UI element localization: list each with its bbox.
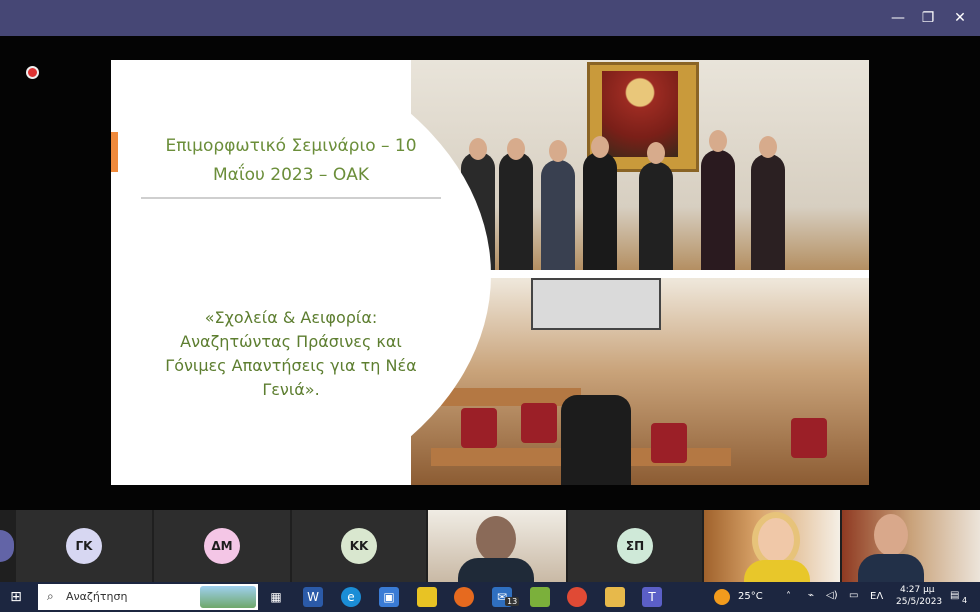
store-icon[interactable]: ▣: [379, 587, 399, 607]
network-icon[interactable]: ⌁: [808, 590, 814, 601]
participant-tile[interactable]: ΔΜ: [154, 510, 290, 582]
participant-video[interactable]: [428, 510, 566, 582]
accent-bar: [111, 132, 118, 172]
slide-title: Επιμορφωτικό Σεμινάριο – 10 Μαΐου 2023 –…: [165, 136, 417, 185]
participant-tile[interactable]: ΓΚ: [16, 510, 152, 582]
avatar: ΔΜ: [204, 528, 240, 564]
recording-indicator-icon: [26, 66, 39, 79]
presentation-slide: Επιμορφωτικό Σεμινάριο – 10 Μαΐου 2023 –…: [111, 60, 869, 485]
restore-icon[interactable]: ❐: [918, 8, 938, 28]
volume-icon[interactable]: ◁): [826, 590, 838, 601]
participant-video[interactable]: [704, 510, 840, 582]
word-icon[interactable]: W: [303, 587, 323, 607]
participant-tile[interactable]: ΚΚ: [292, 510, 426, 582]
slide-body: «Σχολεία & Αειφορία: Αναζητώντας Πράσινε…: [165, 308, 417, 399]
weather-temperature: 25°C: [738, 591, 763, 602]
window-titlebar: — ❐ ✕: [0, 0, 980, 36]
search-icon: ⌕: [47, 589, 54, 603]
teams-icon[interactable]: T: [642, 587, 662, 607]
task-view-icon[interactable]: ▦: [266, 587, 286, 607]
notification-icon[interactable]: ▤: [950, 590, 959, 601]
windows-taskbar: ⊞ ⌕ Αναζήτηση ▦ W e ▣ ✉ 13 T 25°C ˄ ⌁ ◁)…: [0, 582, 980, 612]
participant-strip: ΓΚ ΔΜ ΚΚ ΣΠ: [0, 510, 980, 582]
sticky-notes-icon[interactable]: [417, 587, 437, 607]
clock-time[interactable]: 4:27 μμ: [900, 585, 935, 595]
minimize-icon[interactable]: —: [888, 8, 908, 28]
avatar: ΣΠ: [617, 528, 653, 564]
participant-tile[interactable]: ΣΠ: [568, 510, 702, 582]
clock-date[interactable]: 25/5/2023: [896, 597, 942, 607]
search-highlight-image: [200, 586, 256, 608]
title-divider: [141, 197, 441, 199]
expand-panel-button[interactable]: [0, 530, 14, 562]
taskbar-search-box[interactable]: ⌕ Αναζήτηση: [38, 584, 258, 610]
avatar: ΚΚ: [341, 528, 377, 564]
chevron-up-icon[interactable]: ˄: [786, 591, 791, 602]
windows-start-icon[interactable]: ⊞: [6, 587, 26, 607]
edge-icon[interactable]: e: [341, 587, 361, 607]
weather-icon[interactable]: [714, 589, 730, 605]
projection-screen: [531, 278, 661, 330]
close-icon[interactable]: ✕: [950, 8, 970, 28]
mail-badge: 13: [505, 597, 520, 606]
notification-count: 4: [962, 596, 968, 605]
excel-icon[interactable]: [530, 587, 550, 607]
avatar: ΓΚ: [66, 528, 102, 564]
participant-video[interactable]: [842, 510, 980, 582]
firefox-icon[interactable]: [454, 587, 474, 607]
chrome-icon[interactable]: [567, 587, 587, 607]
display-icon[interactable]: ▭: [849, 590, 858, 601]
file-explorer-icon[interactable]: [605, 587, 625, 607]
language-indicator[interactable]: ΕΛ: [870, 591, 883, 602]
search-placeholder: Αναζήτηση: [66, 590, 128, 603]
